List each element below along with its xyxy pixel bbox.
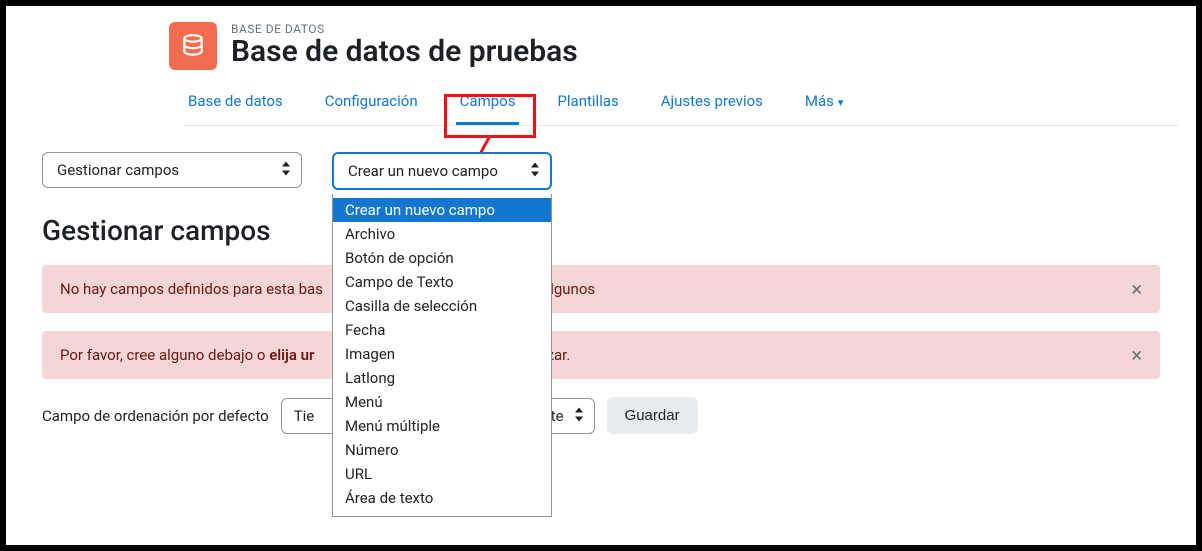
create-field-select-label: Crear un nuevo campo: [348, 162, 498, 180]
chevron-down-icon: ▾: [838, 96, 844, 109]
close-icon[interactable]: ×: [1131, 279, 1142, 299]
page-title: Base de datos de pruebas: [231, 34, 578, 69]
dropdown-option[interactable]: Campo de Texto: [333, 270, 551, 294]
tab-fields[interactable]: Campos: [456, 82, 520, 125]
select-updown-icon: [574, 407, 584, 424]
dropdown-option[interactable]: Crear un nuevo campo: [333, 198, 551, 222]
default-sort-row: Campo de ordenación por defecto Tie nden…: [42, 397, 1178, 434]
alert-please-create: Por favor, cree alguno debajo o elija ur…: [42, 331, 1160, 379]
dropdown-option[interactable]: Área de texto: [333, 486, 551, 510]
select-updown-icon: [530, 163, 540, 180]
dropdown-option[interactable]: Archivo: [333, 222, 551, 246]
tab-database[interactable]: Base de datos: [184, 82, 287, 125]
dropdown-option[interactable]: URL: [333, 462, 551, 486]
dropdown-option[interactable]: Fecha: [333, 318, 551, 342]
tab-more[interactable]: Más▾: [801, 82, 848, 125]
manage-fields-select-label: Gestionar campos: [57, 161, 179, 179]
sort-label: Campo de ordenación por defecto: [42, 407, 269, 425]
create-field-dropdown: Crear un nuevo campo Archivo Botón de op…: [332, 194, 552, 517]
dropdown-option[interactable]: Menú: [333, 390, 551, 414]
database-icon: [169, 22, 217, 70]
tab-presets[interactable]: Ajustes previos: [657, 82, 767, 125]
page-header: BASE DE DATOS Base de datos de pruebas: [169, 22, 1178, 70]
dropdown-option[interactable]: Imagen: [333, 342, 551, 366]
dropdown-option[interactable]: Menú múltiple: [333, 414, 551, 438]
dropdown-option[interactable]: Latlong: [333, 366, 551, 390]
save-button[interactable]: Guardar: [607, 397, 698, 434]
create-field-select[interactable]: Crear un nuevo campo: [332, 152, 552, 190]
manage-fields-select[interactable]: Gestionar campos: [42, 152, 302, 188]
dropdown-option[interactable]: Casilla de selección: [333, 294, 551, 318]
dropdown-option[interactable]: Botón de opción: [333, 246, 551, 270]
tabs-nav: Base de datos Configuración Campos Plant…: [184, 82, 1178, 126]
tab-templates[interactable]: Plantillas: [553, 82, 622, 125]
close-icon[interactable]: ×: [1131, 345, 1142, 365]
select-updown-icon: [281, 162, 291, 179]
dropdown-option[interactable]: Número: [333, 438, 551, 462]
alert-no-fields: No hay campos definidos para esta bas e …: [42, 265, 1160, 313]
tab-configuration[interactable]: Configuración: [321, 82, 422, 125]
section-title: Gestionar campos: [42, 214, 1178, 247]
